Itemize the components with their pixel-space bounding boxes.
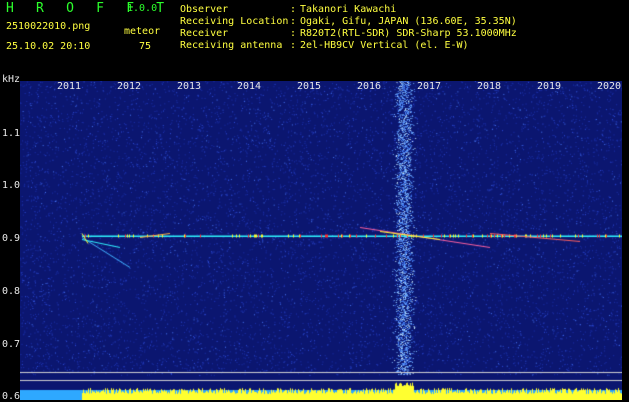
info-header: H R O F F T 1.0.0 2510022010.png meteor … (0, 0, 629, 72)
file-name: 2510022010.png (6, 21, 91, 32)
mode-label: meteor (124, 26, 161, 37)
frequency-tick-label: 1.0 (2, 180, 21, 192)
time-tick-label: 2020 (597, 81, 622, 92)
observer-value: Takanori Kawachi (300, 4, 397, 15)
time-tick-label: 2019 (537, 81, 562, 92)
receiver-value: R820T2(RTL-SDR) SDR-Sharp 53.1000MHz (300, 28, 517, 39)
spectrogram[interactable] (20, 81, 622, 400)
time-tick-label: 2013 (177, 81, 202, 92)
antenna-value: 2el-HB9CV Vertical (el. E-W) (300, 40, 469, 51)
separator: : (290, 16, 297, 27)
separator: : (290, 40, 297, 51)
app-version: 1.0.0 (127, 3, 158, 14)
time-tick-label: 2012 (117, 81, 142, 92)
location-label: Receiving Location (180, 16, 289, 27)
time-tick-label: 2015 (297, 81, 322, 92)
separator: : (290, 4, 297, 15)
time-tick-label: 2018 (477, 81, 502, 92)
time-tick-label: 2011 (57, 81, 82, 92)
frequency-tick-label: 0.6 (2, 391, 21, 402)
meteor-count: 75 (139, 41, 152, 52)
observer-label: Observer (180, 4, 229, 15)
date-time: 25.10.02 20:10 (6, 41, 91, 52)
time-tick-label: 2014 (237, 81, 262, 92)
frequency-tick-label: 0.9 (2, 233, 21, 245)
receiver-label: Receiver (180, 28, 229, 39)
time-tick-label: 2016 (357, 81, 382, 92)
time-tick-label: 2017 (417, 81, 442, 92)
antenna-label: Receiving antenna (180, 40, 283, 51)
frequency-unit: kHz (2, 74, 21, 85)
frequency-tick-label: 1.1 (2, 127, 21, 139)
location-value: Ogaki, Gifu, JAPAN (136.60E, 35.35N) (300, 16, 517, 27)
frequency-tick-label: 0.8 (2, 285, 21, 297)
frequency-tick-label: 0.7 (2, 338, 21, 350)
separator: : (290, 28, 297, 39)
